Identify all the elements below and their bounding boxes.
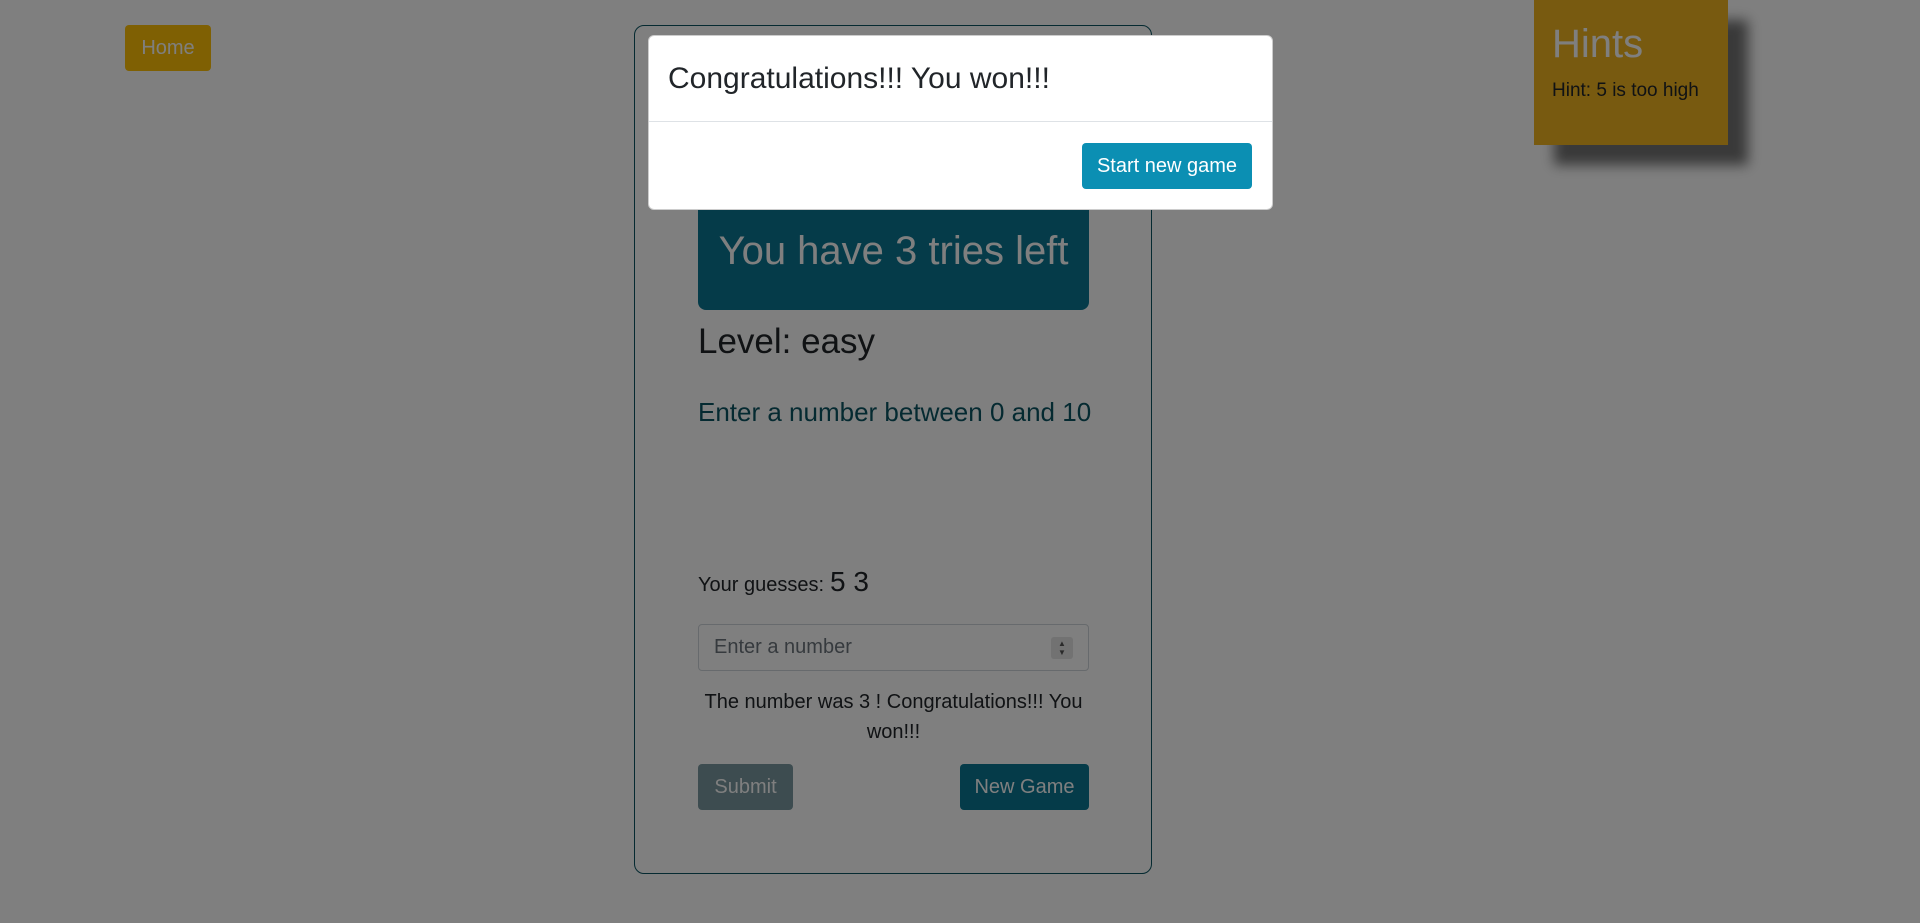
modal-title: Congratulations!!! You won!!!: [668, 61, 1050, 95]
win-modal: Congratulations!!! You won!!! Start new …: [648, 35, 1273, 210]
modal-header: Congratulations!!! You won!!!: [649, 36, 1272, 122]
start-new-game-button[interactable]: Start new game: [1082, 143, 1252, 189]
page: Home Hints Hint: 5 is too high You have …: [0, 0, 1920, 923]
modal-footer: Start new game: [649, 122, 1272, 210]
